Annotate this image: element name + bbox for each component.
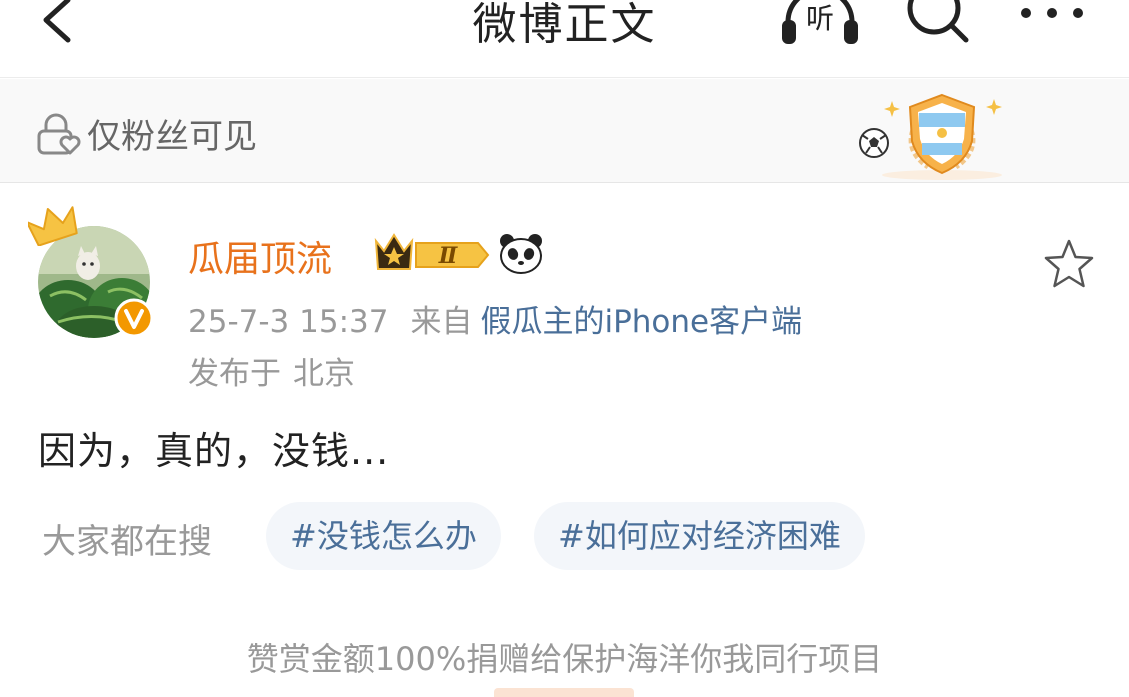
visibility-text: 仅粉丝可见 (87, 117, 257, 157)
star-icon (1044, 239, 1094, 288)
crown-icon (28, 206, 78, 246)
from-label: 来自 (410, 304, 473, 340)
listen-button[interactable]: 听 (778, 0, 862, 46)
search-icon (907, 0, 969, 43)
location-city: 北京 (293, 356, 355, 392)
reward-button-edge[interactable] (494, 688, 634, 697)
panda-icon (500, 234, 542, 274)
vip-level-badge[interactable]: Ⅱ (374, 231, 492, 275)
top-nav-bar: 微博正文 听 (0, 0, 1129, 78)
search-button[interactable] (902, 0, 972, 48)
football-shield-badge (859, 93, 1002, 180)
more-dots-icon (1021, 8, 1083, 18)
headphones-icon: 听 (782, 0, 858, 44)
visibility-bar: 仅粉丝可见 (0, 79, 1129, 183)
post-time: 25-7-3 15:37 (188, 304, 389, 340)
post-location: 发布于 北京 (188, 348, 355, 393)
avatar-wrapper[interactable] (28, 204, 158, 338)
post-meta: 25-7-3 15:37 来自 假瓜主的iPhone客户端 (188, 296, 802, 341)
verified-badge-icon (114, 298, 154, 338)
hashtag-pill[interactable]: #没钱怎么办 (266, 502, 501, 570)
vip-level-text: Ⅱ (438, 243, 459, 269)
reward-text: 赞赏金额100%捐赠给保护海洋你我同行项目 (246, 640, 883, 678)
post-text: 因为，真的，没钱... (38, 429, 390, 473)
location-label: 发布于 (188, 356, 281, 392)
listen-label: 听 (806, 2, 834, 35)
more-button[interactable] (1016, 0, 1088, 30)
lock-heart-icon (37, 113, 81, 155)
hashtag-pill[interactable]: #如何应对经济困难 (534, 502, 865, 570)
favorite-button[interactable] (1042, 238, 1096, 290)
post-source-link[interactable]: 假瓜主的iPhone客户端 (480, 304, 802, 340)
trending-search-label: 大家都在搜 (42, 522, 212, 562)
username[interactable]: 瓜届顶流 (188, 230, 332, 282)
